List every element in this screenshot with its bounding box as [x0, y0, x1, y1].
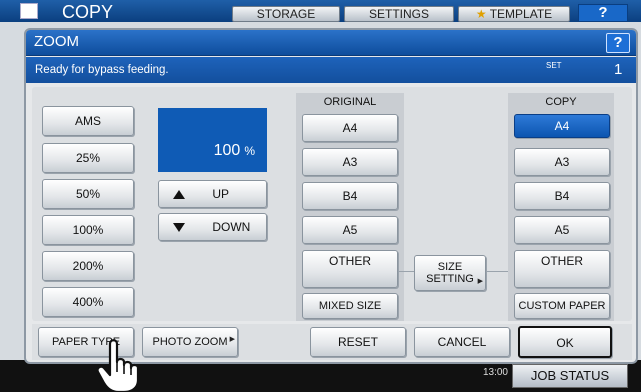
- app-titlebar: COPY STORAGE SETTINGS ★ TEMPLATE ?: [0, 0, 641, 22]
- down-arrow-icon: [173, 223, 185, 233]
- zoom-preset-100[interactable]: 100%: [42, 215, 134, 245]
- zoom-up-label: UP: [212, 187, 230, 201]
- original-size-b4[interactable]: B4: [302, 182, 398, 210]
- status-message: Ready for bypass feeding.: [35, 64, 169, 76]
- tab-settings[interactable]: SETTINGS: [344, 6, 454, 22]
- zoom-value-display: 100%: [214, 142, 255, 160]
- zoom-preset-ams[interactable]: AMS: [42, 106, 134, 136]
- copy-size-b4[interactable]: B4: [514, 182, 610, 210]
- cancel-button[interactable]: CANCEL: [414, 327, 510, 357]
- app-title: COPY: [62, 2, 114, 22]
- custom-paper-button[interactable]: CUSTOM PAPER: [514, 293, 610, 319]
- copy-header: COPY: [545, 96, 577, 108]
- zoom-preset-25[interactable]: 25%: [42, 143, 134, 173]
- size-setting-line1: SIZE: [437, 261, 463, 273]
- dialog-header: ZOOM ?: [26, 30, 636, 56]
- photo-zoom-label: PHOTO ZOOM: [152, 336, 228, 348]
- dialog-title: ZOOM: [34, 33, 79, 50]
- copy-size-a4[interactable]: A4: [514, 114, 610, 138]
- hand-pointer-icon: [96, 339, 140, 392]
- zoom-down-label: DOWN: [212, 220, 251, 234]
- dialog-help-button[interactable]: ?: [606, 33, 630, 53]
- zoom-up-button[interactable]: UP: [158, 180, 267, 208]
- mixed-size-button[interactable]: MIXED SIZE: [302, 293, 398, 319]
- tab-template[interactable]: ★ TEMPLATE: [458, 6, 570, 22]
- copy-size-other[interactable]: OTHER: [514, 250, 610, 288]
- status-bar: Ready for bypass feeding. SET 1: [26, 57, 636, 83]
- submenu-arrow-icon: ▶: [477, 278, 483, 285]
- app-help-button[interactable]: ?: [578, 4, 628, 22]
- original-size-a5[interactable]: A5: [302, 216, 398, 244]
- set-count: 1: [614, 61, 623, 78]
- zoom-down-button[interactable]: DOWN: [158, 213, 267, 241]
- copy-size-a5[interactable]: A5: [514, 216, 610, 244]
- original-size-a3[interactable]: A3: [302, 148, 398, 176]
- tab-template-label: TEMPLATE: [489, 7, 553, 21]
- zoom-preset-200[interactable]: 200%: [42, 251, 134, 281]
- zoom-preset-50[interactable]: 50%: [42, 179, 134, 209]
- size-setting-line2: SETTING: [426, 273, 474, 285]
- zoom-dialog: ZOOM ? Ready for bypass feeding. SET 1 A…: [24, 28, 638, 364]
- up-arrow-icon: [173, 190, 185, 200]
- copy-app-icon: [20, 3, 38, 19]
- zoom-value: 100: [213, 142, 241, 159]
- zoom-preset-400[interactable]: 400%: [42, 287, 134, 317]
- submenu-arrow-icon: ▶: [229, 336, 235, 343]
- job-status-button[interactable]: JOB STATUS: [512, 364, 628, 388]
- tab-storage[interactable]: STORAGE: [232, 6, 340, 22]
- original-size-a4[interactable]: A4: [302, 114, 398, 142]
- star-icon: ★: [475, 7, 487, 21]
- zoom-display: 100%: [158, 108, 267, 172]
- clock: 13:00: [482, 367, 508, 378]
- original-size-other[interactable]: OTHER: [302, 250, 398, 288]
- set-label: SET: [546, 61, 562, 70]
- copy-size-a3[interactable]: A3: [514, 148, 610, 176]
- reset-button[interactable]: RESET: [310, 327, 406, 357]
- ok-button[interactable]: OK: [518, 326, 612, 358]
- zoom-unit: %: [244, 144, 255, 158]
- original-header: ORIGINAL: [323, 96, 377, 108]
- settings-panel: AMS 25% 50% 100% 200% 400% 100% UP DOWN …: [32, 87, 632, 321]
- size-setting-button[interactable]: SIZE SETTING ▶: [414, 255, 486, 291]
- photo-zoom-button[interactable]: PHOTO ZOOM ▶: [142, 327, 238, 357]
